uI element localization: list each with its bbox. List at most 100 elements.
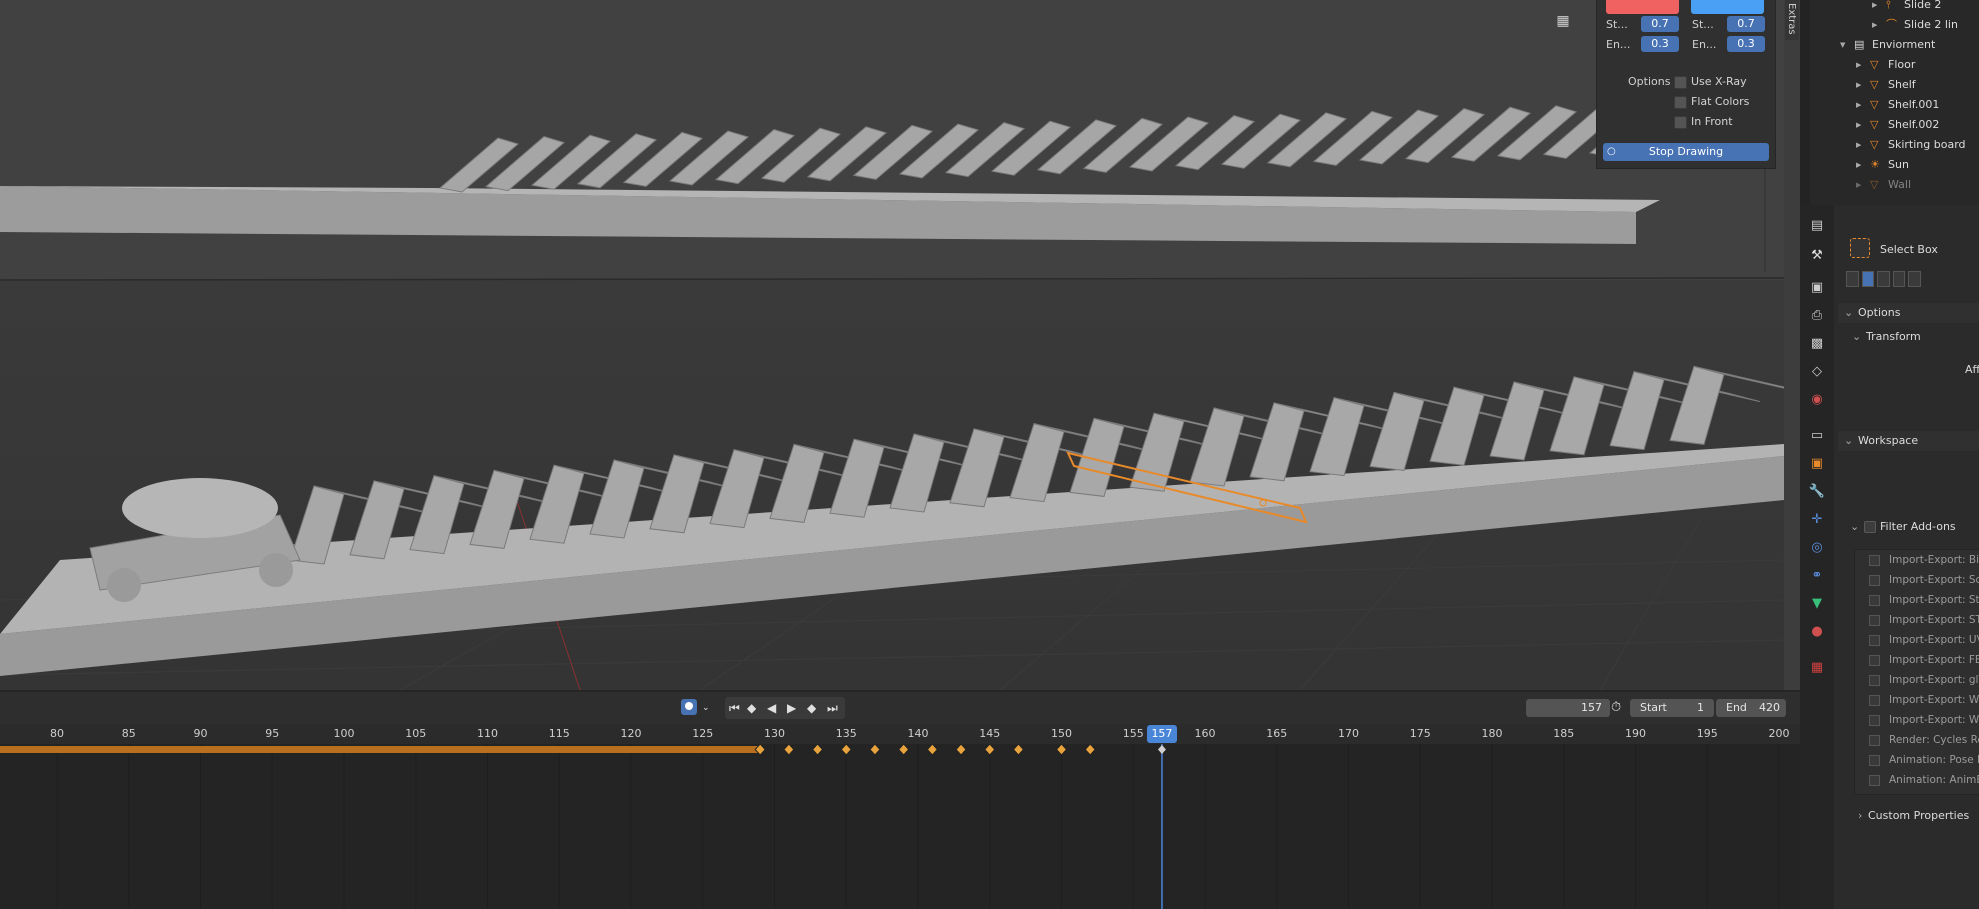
keyframe-diamond[interactable] <box>926 744 939 756</box>
keyframe-diamond[interactable] <box>754 744 766 756</box>
filter-addons-checkbox[interactable] <box>1864 521 1876 533</box>
addon-checkbox[interactable] <box>1869 674 1880 686</box>
next-keyframe-icon[interactable]: ◆ <box>807 701 816 715</box>
material-tab-icon[interactable]: ● <box>1808 623 1826 641</box>
expand-icon[interactable]: ▶ <box>1872 0 1877 15</box>
mode-invert-icon[interactable] <box>1892 271 1906 287</box>
addon-checkbox[interactable] <box>1869 574 1880 586</box>
play-icon[interactable]: ▶ <box>787 701 796 715</box>
keyframe-diamond[interactable] <box>811 744 824 756</box>
color-swatch-blue[interactable] <box>1691 0 1764 14</box>
addon-checkbox[interactable] <box>1869 554 1880 566</box>
render-tab-icon[interactable]: ▣ <box>1808 279 1826 297</box>
extras-sidebar-tab[interactable]: Extras <box>1785 0 1799 40</box>
end-value-2[interactable]: 0.3 <box>1727 36 1765 52</box>
outliner-item[interactable]: ▶ ☀ Sun <box>1810 155 1979 175</box>
addon-item[interactable]: Import-Export: BioV <box>1869 554 1979 566</box>
timeline-ruler[interactable]: 80 85 90 95 100 105 110 115 120 125 130 135 140 145 15… <box>0 724 1800 744</box>
view-layer-tab-icon[interactable]: ▩ <box>1808 335 1826 353</box>
keying-dropdown-icon[interactable]: ⌄ <box>702 703 710 713</box>
flat-colors-checkbox[interactable] <box>1674 96 1687 109</box>
editor-type-icon[interactable]: ▤ <box>1808 217 1826 235</box>
expand-icon[interactable]: ▶ <box>1856 95 1861 115</box>
filter-addons-header[interactable]: ⌄ Filter Add-ons <box>1850 517 1979 537</box>
play-reverse-icon[interactable]: ◀ <box>767 701 776 715</box>
mode-subtract-icon[interactable] <box>1877 271 1890 287</box>
keyframe-diamond[interactable] <box>840 744 852 756</box>
constraints-tab-icon[interactable]: ⚭ <box>1808 567 1826 585</box>
color-swatch-red[interactable] <box>1606 0 1679 14</box>
keyframe-diamond[interactable] <box>984 744 996 756</box>
mode-set-icon[interactable] <box>1846 271 1859 287</box>
addon-item[interactable]: Import-Export: Scal <box>1869 574 1979 586</box>
addon-item[interactable]: Import-Export: Web <box>1869 714 1979 726</box>
select-box-tool-icon[interactable] <box>1850 238 1870 258</box>
tool-tab-icon[interactable]: ⚒ <box>1808 247 1826 265</box>
keyframe-diamond[interactable] <box>783 744 795 756</box>
keyframe-diamond[interactable] <box>955 744 967 756</box>
custom-properties-header[interactable]: › Custom Properties <box>1854 806 1979 826</box>
keyframe-diamond[interactable] <box>1084 744 1096 756</box>
expand-icon[interactable]: ▶ <box>1872 15 1877 35</box>
expand-icon[interactable]: ▶ <box>1856 115 1861 135</box>
addon-item[interactable]: Import-Export: STL <box>1869 614 1979 626</box>
outliner-item[interactable]: ▶ ▽ Shelf <box>1810 75 1979 95</box>
end-frame-field[interactable]: End 420 <box>1716 699 1786 717</box>
use-xray-checkbox[interactable] <box>1674 76 1687 89</box>
addon-checkbox[interactable] <box>1869 654 1880 666</box>
scene-tab-icon[interactable]: ◇ <box>1808 363 1826 381</box>
addon-item[interactable]: Animation: Pose Lib <box>1869 754 1979 766</box>
addon-checkbox[interactable] <box>1869 774 1880 786</box>
outliner-item[interactable]: ▶ ▽ Floor <box>1810 55 1979 75</box>
addon-checkbox[interactable] <box>1869 754 1880 766</box>
keyframe-diamond[interactable] <box>869 744 881 756</box>
keyframe-diamond[interactable] <box>897 744 910 756</box>
outliner-item[interactable]: ▶ ▽ Skirting board <box>1810 135 1979 155</box>
jump-to-end-icon[interactable]: ⏭ <box>827 701 838 716</box>
addon-item[interactable]: Import-Export: FBX <box>1869 654 1979 666</box>
mode-intersect-icon[interactable] <box>1908 271 1921 287</box>
3d-viewport[interactable]: ▦ <box>0 0 1784 690</box>
keyframe-diamond[interactable] <box>1012 744 1025 756</box>
keyframe-diamond[interactable] <box>1055 744 1068 756</box>
start-value-2[interactable]: 0.7 <box>1727 16 1765 32</box>
output-tab-icon[interactable]: ⎙ <box>1808 307 1826 325</box>
addon-checkbox[interactable] <box>1869 694 1880 706</box>
addon-item[interactable]: Render: Cycles Ren <box>1869 734 1979 746</box>
expand-icon[interactable]: ▶ <box>1856 75 1861 95</box>
outliner-item[interactable]: ▶ ⌒ Slide 2 lin <box>1810 15 1979 35</box>
outliner-item[interactable]: ▶ ▽ Shelf.001 <box>1810 95 1979 115</box>
physics-tab-icon[interactable]: ◎ <box>1808 539 1826 557</box>
outliner-item[interactable]: ▶ ▽ Wall <box>1810 175 1979 195</box>
expand-icon[interactable]: ▶ <box>1856 155 1861 175</box>
data-tab-icon[interactable]: ▼ <box>1808 595 1826 613</box>
outliner-item[interactable]: ▶ ▽ Shelf.002 <box>1810 115 1979 135</box>
addon-checkbox[interactable] <box>1869 634 1880 646</box>
addon-item[interactable]: Import-Export: UV L <box>1869 634 1979 646</box>
transform-subpanel-header[interactable]: ⌄ Transform <box>1846 327 1979 347</box>
current-frame-badge[interactable]: 157 <box>1146 725 1177 743</box>
orthographic-toggle-icon[interactable]: ▦ <box>1553 13 1573 33</box>
addon-checkbox[interactable] <box>1869 594 1880 606</box>
start-value-1[interactable]: 0.7 <box>1641 16 1679 32</box>
outliner-item[interactable]: ▼ ▤ Enviorment <box>1810 35 1979 55</box>
addon-checkbox[interactable] <box>1869 714 1880 726</box>
expand-icon[interactable]: ▶ <box>1856 175 1861 195</box>
addon-item[interactable]: Import-Export: Wav <box>1869 694 1979 706</box>
start-frame-field[interactable]: Start 1 <box>1630 699 1714 717</box>
addon-item[interactable]: Import-Export: Stan <box>1869 594 1979 606</box>
addon-checkbox[interactable] <box>1869 614 1880 626</box>
stopwatch-icon[interactable]: ⏱ <box>1611 700 1621 715</box>
prev-keyframe-icon[interactable]: ◆ <box>747 701 756 715</box>
end-value-1[interactable]: 0.3 <box>1641 36 1679 52</box>
jump-to-start-icon[interactable]: ⏮ <box>729 701 740 716</box>
in-front-checkbox[interactable] <box>1674 116 1687 129</box>
collection-tab-icon[interactable]: ▭ <box>1808 427 1826 445</box>
world-tab-icon[interactable]: ◉ <box>1808 391 1826 409</box>
expand-icon[interactable]: ▶ <box>1856 135 1861 155</box>
object-tab-icon[interactable]: ▣ <box>1808 455 1826 473</box>
options-panel-header[interactable]: ⌄ Options <box>1838 303 1979 323</box>
particles-tab-icon[interactable]: ✛ <box>1808 511 1826 529</box>
texture-tab-icon[interactable]: ▦ <box>1808 659 1826 677</box>
modifier-tab-icon[interactable]: 🔧 <box>1808 483 1826 501</box>
